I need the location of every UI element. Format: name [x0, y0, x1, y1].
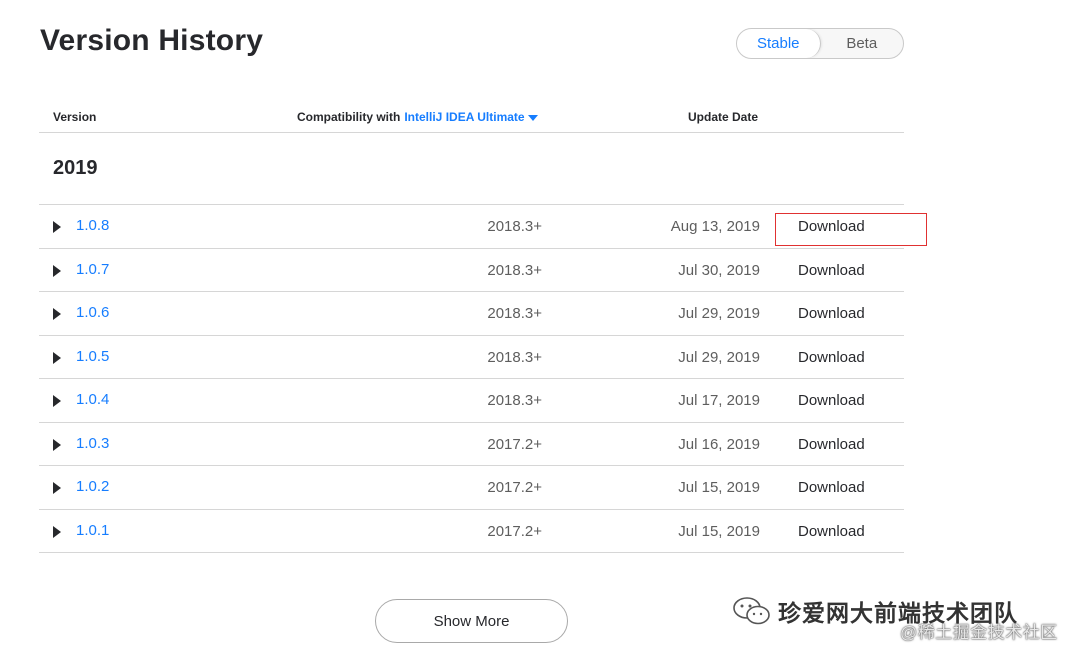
expand-arrow-icon[interactable]: [53, 308, 61, 320]
compatibility-value: 2017.2+: [487, 435, 542, 453]
compatibility-value: 2018.3+: [487, 218, 542, 235]
version-link[interactable]: 1.0.6: [76, 304, 109, 321]
download-link[interactable]: Download: [798, 523, 865, 540]
version-table: Version Compatibility with IntelliJ IDEA …: [39, 102, 904, 553]
update-date-value: Jul 30, 2019: [678, 261, 760, 279]
table-row: 1.0.7 2018.3+ Jul 30, 2019 Download: [39, 249, 904, 292]
caret-down-icon: [527, 114, 538, 121]
compatibility-column-header: Compatibility with IntelliJ IDEA Ultimate: [297, 110, 538, 124]
version-link[interactable]: 1.0.5: [76, 348, 109, 365]
update-date-value: Jul 29, 2019: [678, 348, 760, 366]
version-rows: 1.0.8 2018.3+ Aug 13, 2019 Download 1.0.7 201…: [39, 205, 904, 553]
table-row: 1.0.8 2018.3+ Aug 13, 2019 Download: [39, 205, 904, 249]
compatibility-value: 2018.3+: [487, 392, 542, 409]
version-link[interactable]: 1.0.1: [76, 522, 109, 539]
version-link[interactable]: 1.0.7: [76, 261, 109, 278]
download-link[interactable]: Download: [798, 218, 865, 235]
table-row: 1.0.6 2018.3+ Jul 29, 2019 Download: [39, 292, 904, 336]
table-row: 1.0.2 2017.2+ Jul 15, 2019 Download: [39, 466, 904, 510]
expand-arrow-icon[interactable]: [53, 525, 61, 538]
expand-arrow-icon[interactable]: [53, 221, 61, 233]
update-date-value: Jul 29, 2019: [678, 305, 760, 322]
compatibility-value: 2018.3+: [487, 348, 542, 366]
expand-arrow-icon[interactable]: [53, 264, 61, 277]
stable-option[interactable]: Stable: [737, 29, 821, 58]
compatibility-value: 2018.3+: [487, 305, 542, 322]
expand-arrow-icon[interactable]: [53, 482, 61, 494]
download-link[interactable]: Download: [798, 349, 865, 366]
beta-option[interactable]: Beta: [821, 29, 904, 58]
table-row: 1.0.3 2017.2+ Jul 16, 2019 Download: [39, 423, 904, 466]
year-group-header: 2019: [39, 133, 904, 205]
download-link[interactable]: Download: [798, 305, 865, 322]
year-label: 2019: [53, 157, 98, 179]
table-header: Version Compatibility with IntelliJ IDEA …: [39, 102, 904, 133]
show-more-button[interactable]: Show More: [375, 599, 568, 643]
download-link[interactable]: Download: [798, 392, 865, 409]
update-date-value: Jul 16, 2019: [678, 435, 760, 453]
page-title: Version History: [40, 24, 264, 57]
version-link[interactable]: 1.0.3: [76, 435, 109, 452]
table-row: 1.0.5 2018.3+ Jul 29, 2019 Download: [39, 336, 904, 379]
compatibility-value: 2017.2+: [487, 479, 542, 496]
watermark-subtitle: @稀土掘金技术社区: [900, 623, 1058, 642]
download-link[interactable]: Download: [798, 262, 865, 279]
compatibility-label: Compatibility with: [297, 110, 401, 124]
expand-arrow-icon[interactable]: [53, 351, 61, 364]
expand-arrow-icon[interactable]: [53, 395, 61, 407]
download-link[interactable]: Download: [798, 479, 865, 496]
expand-arrow-icon[interactable]: [53, 438, 61, 451]
version-link[interactable]: 1.0.4: [76, 391, 109, 408]
table-row: 1.0.4 2018.3+ Jul 17, 2019 Download: [39, 379, 904, 423]
update-date-value: Aug 13, 2019: [670, 218, 760, 235]
update-date-value: Jul 15, 2019: [678, 522, 760, 540]
table-row: 1.0.1 2017.2+ Jul 15, 2019 Download: [39, 510, 904, 553]
update-date-column-header: Update Date: [688, 110, 759, 124]
compatibility-value: 2018.3+: [487, 261, 542, 279]
download-link[interactable]: Download: [798, 436, 865, 453]
product-selector-label: IntelliJ IDEA Ultimate: [404, 110, 525, 124]
wechat-icon: [733, 597, 770, 625]
update-date-value: Jul 15, 2019: [678, 479, 760, 496]
version-link[interactable]: 1.0.2: [76, 478, 109, 495]
channel-toggle: Stable Beta: [736, 28, 904, 59]
product-selector[interactable]: IntelliJ IDEA Ultimate: [404, 110, 538, 124]
version-link[interactable]: 1.0.8: [76, 217, 109, 234]
compatibility-value: 2017.2+: [487, 522, 542, 540]
version-column-header: Version: [53, 110, 97, 124]
update-date-value: Jul 17, 2019: [678, 392, 760, 409]
